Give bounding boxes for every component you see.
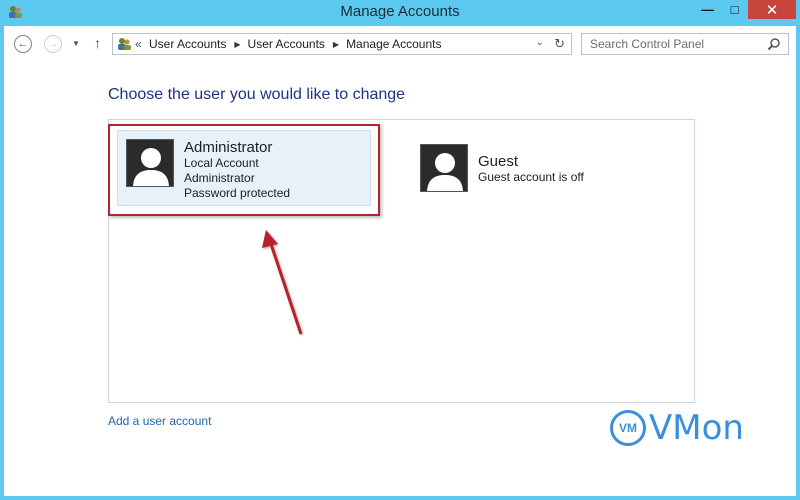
up-button[interactable]: ↑ [94, 35, 101, 51]
breadcrumb-user-accounts-sub[interactable]: User Accounts [248, 37, 325, 51]
window-controls: — □ ✕ [694, 0, 796, 20]
title-bar: Manage Accounts — □ ✕ [0, 0, 800, 24]
address-dropdown-icon[interactable]: ⌄ [536, 37, 544, 48]
breadcrumb: User Accounts ▶ User Accounts ▶ Manage A… [149, 37, 441, 51]
annotation-highlight-box [108, 124, 380, 216]
breadcrumb-user-accounts[interactable]: User Accounts [149, 37, 226, 51]
breadcrumb-manage-accounts[interactable]: Manage Accounts [346, 37, 441, 51]
annotation-arrow-icon [262, 230, 303, 335]
account-name: Guest [478, 153, 519, 170]
vmon-badge-icon: VM [610, 410, 646, 446]
control-panel-icon [118, 38, 131, 50]
account-details: Guest Guest account is off [478, 153, 584, 185]
add-user-account-link[interactable]: Add a user account [108, 414, 211, 428]
page-heading: Choose the user you would like to change [108, 86, 406, 103]
address-bar[interactable]: « User Accounts ▶ User Accounts ▶ Manage… [112, 33, 572, 55]
vmon-watermark-text: VMon [649, 408, 744, 448]
window-content: ← → ▼ ↑ « User Accounts ▶ User Accounts … [4, 26, 796, 496]
navigation-bar: ← → ▼ ↑ « User Accounts ▶ User Accounts … [4, 26, 796, 62]
search-input[interactable] [586, 36, 764, 52]
search-box[interactable] [581, 33, 789, 55]
search-icon[interactable] [767, 37, 781, 51]
hidden-locations-chevron[interactable]: « [135, 37, 142, 51]
account-tile-guest[interactable]: Guest Guest account is off [420, 144, 584, 192]
breadcrumb-separator-icon[interactable]: ▶ [333, 40, 339, 49]
user-avatar-icon [420, 144, 468, 192]
back-button[interactable]: ← [14, 35, 32, 53]
close-button[interactable]: ✕ [748, 0, 796, 19]
account-status: Guest account is off [478, 170, 584, 184]
minimize-button[interactable]: — [694, 0, 721, 19]
forward-button[interactable]: → [44, 35, 62, 53]
breadcrumb-separator-icon[interactable]: ▶ [234, 40, 240, 49]
maximize-button[interactable]: □ [721, 0, 748, 19]
window-title: Manage Accounts [340, 3, 460, 20]
recent-locations-dropdown[interactable]: ▼ [72, 39, 80, 48]
vmon-watermark-logo: VM VMon [610, 406, 744, 450]
refresh-icon[interactable]: ↻ [554, 36, 565, 52]
